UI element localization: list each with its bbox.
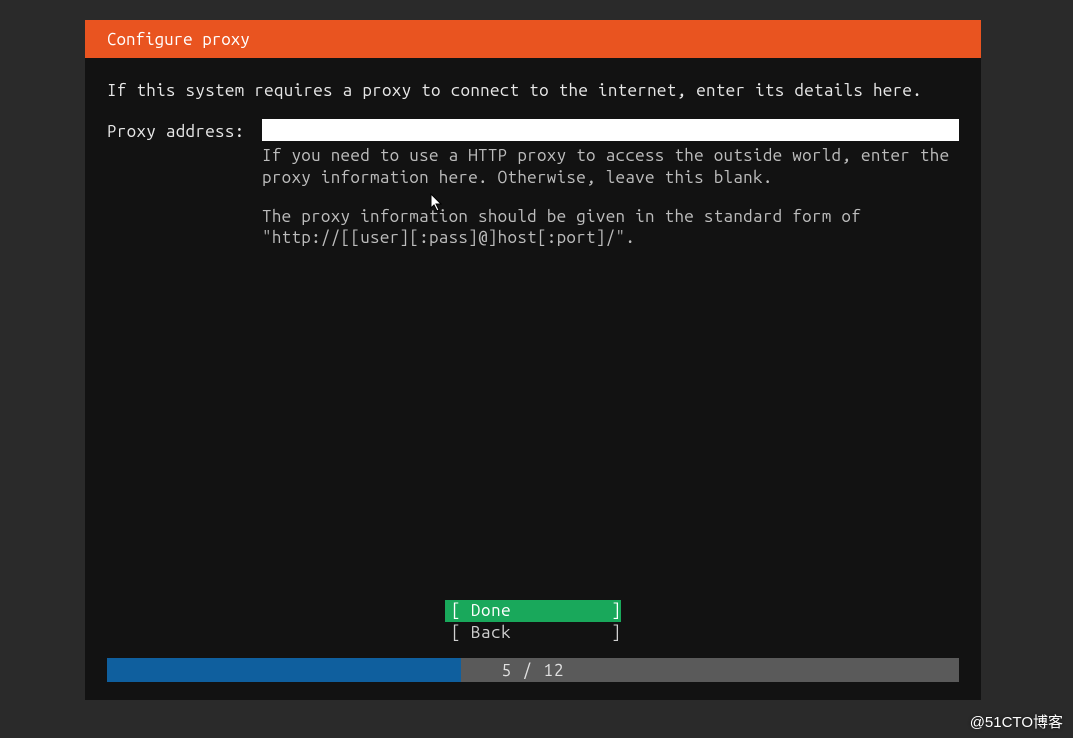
header-bar: Configure proxy bbox=[85, 20, 981, 58]
proxy-field-col: If you need to use a HTTP proxy to acces… bbox=[262, 119, 959, 248]
back-button[interactable]: [ Back ] bbox=[445, 622, 621, 644]
installer-window: Configure proxy If this system requires … bbox=[85, 20, 981, 700]
help-line-2: The proxy information should be given in… bbox=[262, 206, 959, 249]
proxy-label: Proxy address: bbox=[107, 119, 262, 142]
content-area: If this system requires a proxy to conne… bbox=[85, 58, 981, 600]
done-button[interactable]: [ Done ] bbox=[445, 600, 621, 622]
watermark-text: @51CTO博客 bbox=[970, 711, 1063, 732]
intro-text: If this system requires a proxy to conne… bbox=[107, 80, 959, 101]
progress-bar: 5 / 12 bbox=[107, 658, 959, 682]
proxy-help: If you need to use a HTTP proxy to acces… bbox=[262, 145, 959, 248]
proxy-address-input[interactable] bbox=[262, 119, 959, 141]
help-line-1: If you need to use a HTTP proxy to acces… bbox=[262, 145, 959, 188]
page-title: Configure proxy bbox=[107, 30, 250, 49]
button-row: [ Done ] [ Back ] bbox=[85, 600, 981, 658]
proxy-row: Proxy address: If you need to use a HTTP… bbox=[107, 119, 959, 248]
progress-label: 5 / 12 bbox=[107, 658, 959, 682]
